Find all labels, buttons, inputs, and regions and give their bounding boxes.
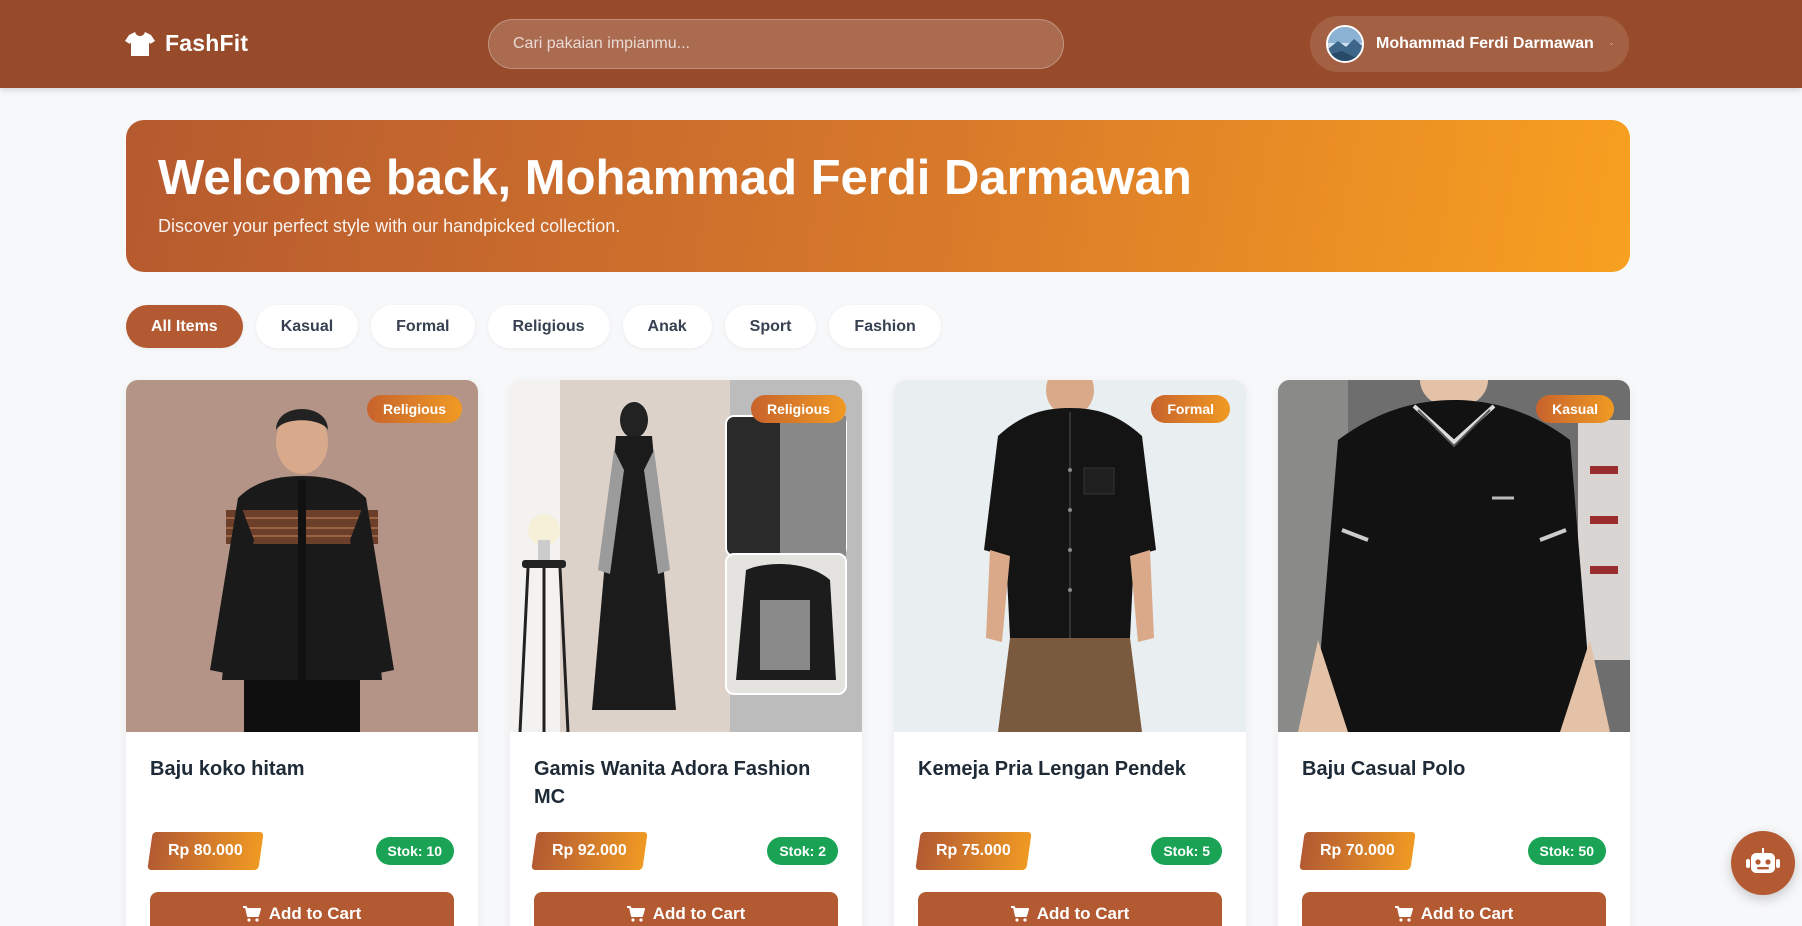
price-value: Rp 75.000 bbox=[936, 842, 1011, 859]
product-image[interactable]: Religious bbox=[126, 380, 478, 732]
category-fashion[interactable]: Fashion bbox=[829, 305, 941, 348]
category-badge: Religious bbox=[366, 395, 462, 423]
user-menu[interactable]: Mohammad Ferdi Darmawan bbox=[1310, 16, 1629, 72]
welcome-title: Welcome back, Mohammad Ferdi Darmawan bbox=[158, 151, 1192, 205]
top-navbar: FashFit Mohammad Ferdi Darmawan bbox=[0, 0, 1802, 88]
price-tag: Rp 92.000 bbox=[531, 832, 648, 870]
product-card[interactable]: Religious Baju koko hitam Rp 80.000 Stok… bbox=[126, 380, 478, 926]
price-value: Rp 92.000 bbox=[552, 842, 627, 859]
add-to-cart-button[interactable]: Add to Cart bbox=[918, 892, 1222, 926]
category-religious[interactable]: Religious bbox=[487, 305, 610, 348]
search-input[interactable] bbox=[513, 35, 1039, 53]
brand-logo[interactable]: FashFit bbox=[125, 30, 248, 57]
cart-icon bbox=[242, 906, 261, 922]
category-sport[interactable]: Sport bbox=[724, 305, 817, 348]
chevron-down-icon[interactable] bbox=[1610, 37, 1613, 51]
stock-badge: Stok: 5 bbox=[1151, 837, 1222, 865]
add-to-cart-button[interactable]: Add to Cart bbox=[534, 892, 838, 926]
avatar bbox=[1326, 25, 1364, 63]
welcome-subtitle: Discover your perfect style with our han… bbox=[158, 215, 621, 236]
stock-badge: Stok: 2 bbox=[767, 837, 838, 865]
price-tag: Rp 80.000 bbox=[147, 832, 264, 870]
add-to-cart-label: Add to Cart bbox=[1036, 904, 1130, 923]
price-tag: Rp 70.000 bbox=[1299, 832, 1416, 870]
product-card[interactable]: Formal Kemeja Pria Lengan Pendek Rp 75.0… bbox=[894, 380, 1246, 926]
user-name: Mohammad Ferdi Darmawan bbox=[1376, 35, 1594, 52]
product-title: Baju koko hitam bbox=[150, 758, 305, 780]
add-to-cart-label: Add to Cart bbox=[652, 904, 746, 923]
product-title: Baju Casual Polo bbox=[1302, 758, 1466, 780]
price-value: Rp 80.000 bbox=[168, 842, 243, 859]
product-image[interactable]: Religious bbox=[510, 380, 862, 732]
search-bar bbox=[488, 19, 1064, 69]
product-title: Gamis Wanita Adora Fashion MC bbox=[534, 758, 811, 808]
stock-badge: Stok: 10 bbox=[375, 837, 454, 865]
product-card[interactable]: Religious Gamis Wanita Adora Fashion MC … bbox=[510, 380, 862, 926]
product-image[interactable]: Kasual bbox=[1278, 380, 1630, 732]
cart-icon bbox=[1394, 906, 1413, 922]
category-formal[interactable]: Formal bbox=[371, 305, 475, 348]
shirt-icon bbox=[125, 31, 155, 56]
price-value: Rp 70.000 bbox=[1320, 842, 1395, 859]
add-to-cart-button[interactable]: Add to Cart bbox=[1302, 892, 1606, 926]
category-badge: Formal bbox=[1151, 395, 1230, 423]
add-to-cart-label: Add to Cart bbox=[1420, 904, 1514, 923]
welcome-banner: Welcome back, Mohammad Ferdi Darmawan Di… bbox=[126, 120, 1630, 272]
robot-icon bbox=[1746, 848, 1780, 873]
product-title: Kemeja Pria Lengan Pendek bbox=[918, 758, 1186, 780]
cart-icon bbox=[626, 906, 645, 922]
category-all-items[interactable]: All Items bbox=[126, 305, 243, 348]
product-grid: Religious Baju koko hitam Rp 80.000 Stok… bbox=[126, 380, 1630, 926]
add-to-cart-button[interactable]: Add to Cart bbox=[150, 892, 454, 926]
stock-badge: Stok: 50 bbox=[1527, 837, 1606, 865]
product-card[interactable]: Kasual Baju Casual Polo Rp 70.000 Stok: … bbox=[1278, 380, 1630, 926]
category-badge: Religious bbox=[750, 395, 846, 423]
chatbot-button[interactable] bbox=[1731, 831, 1795, 895]
category-filters: All Items Kasual Formal Religious Anak S… bbox=[126, 305, 941, 348]
product-image[interactable]: Formal bbox=[894, 380, 1246, 732]
category-kasual[interactable]: Kasual bbox=[255, 305, 359, 348]
cart-icon bbox=[1010, 906, 1029, 922]
category-anak[interactable]: Anak bbox=[622, 305, 712, 348]
brand-name: FashFit bbox=[165, 30, 249, 56]
avatar-icon bbox=[1328, 27, 1362, 61]
price-tag: Rp 75.000 bbox=[915, 832, 1032, 870]
category-badge: Kasual bbox=[1536, 395, 1614, 423]
add-to-cart-label: Add to Cart bbox=[268, 904, 362, 923]
